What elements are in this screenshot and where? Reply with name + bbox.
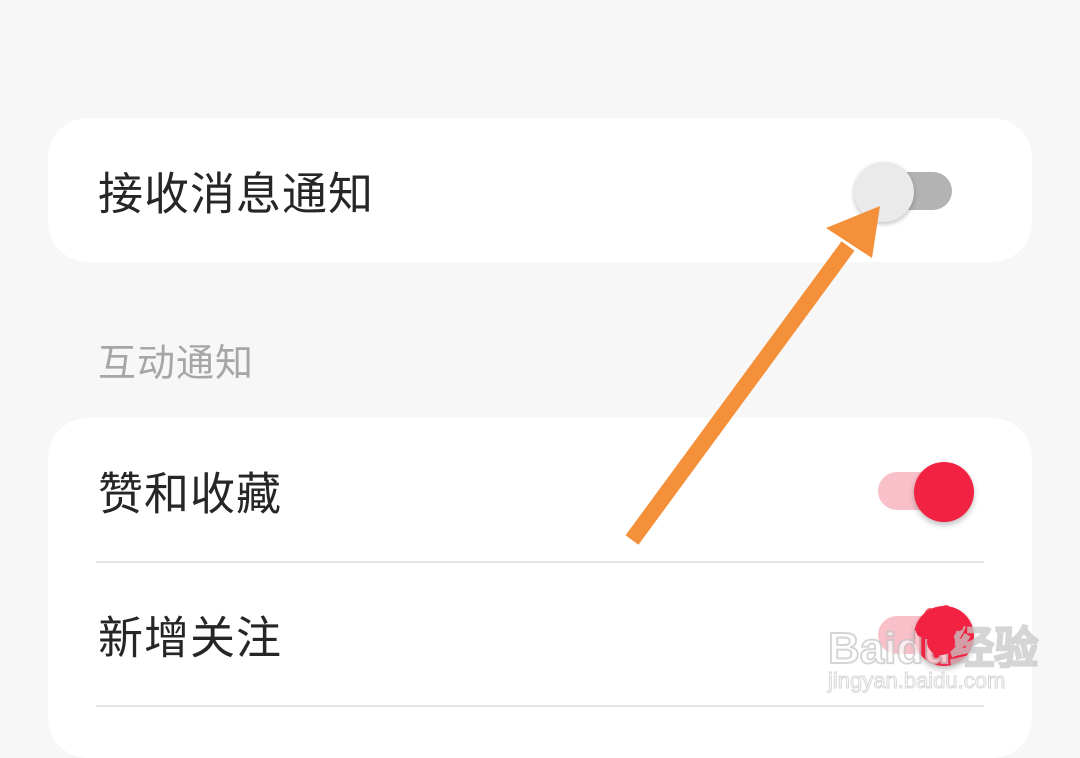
divider	[96, 705, 984, 707]
likes-and-favorites-toggle[interactable]	[878, 460, 974, 524]
watermark-url: jingyan.baidu.com	[827, 668, 1006, 694]
master-notification-card: 接收消息通知	[48, 118, 1032, 262]
toggle-knob	[854, 162, 914, 222]
master-notification-row[interactable]: 接收消息通知	[48, 118, 1032, 262]
master-notification-toggle[interactable]	[854, 160, 952, 224]
toggle-knob	[914, 462, 974, 522]
master-notification-label: 接收消息通知	[98, 167, 375, 221]
baidu-watermark: Baidu经验 jingyan.baidu.com	[827, 600, 1039, 700]
new-followers-label: 新增关注	[98, 611, 283, 665]
likes-and-favorites-label: 赞和收藏	[98, 467, 283, 521]
paw-icon	[916, 605, 964, 655]
section-title-interaction: 互动通知	[98, 341, 255, 385]
list-item-likes-and-favorites[interactable]: 赞和收藏	[48, 418, 1032, 562]
interaction-notification-card: 赞和收藏 新增关注	[48, 418, 1032, 758]
